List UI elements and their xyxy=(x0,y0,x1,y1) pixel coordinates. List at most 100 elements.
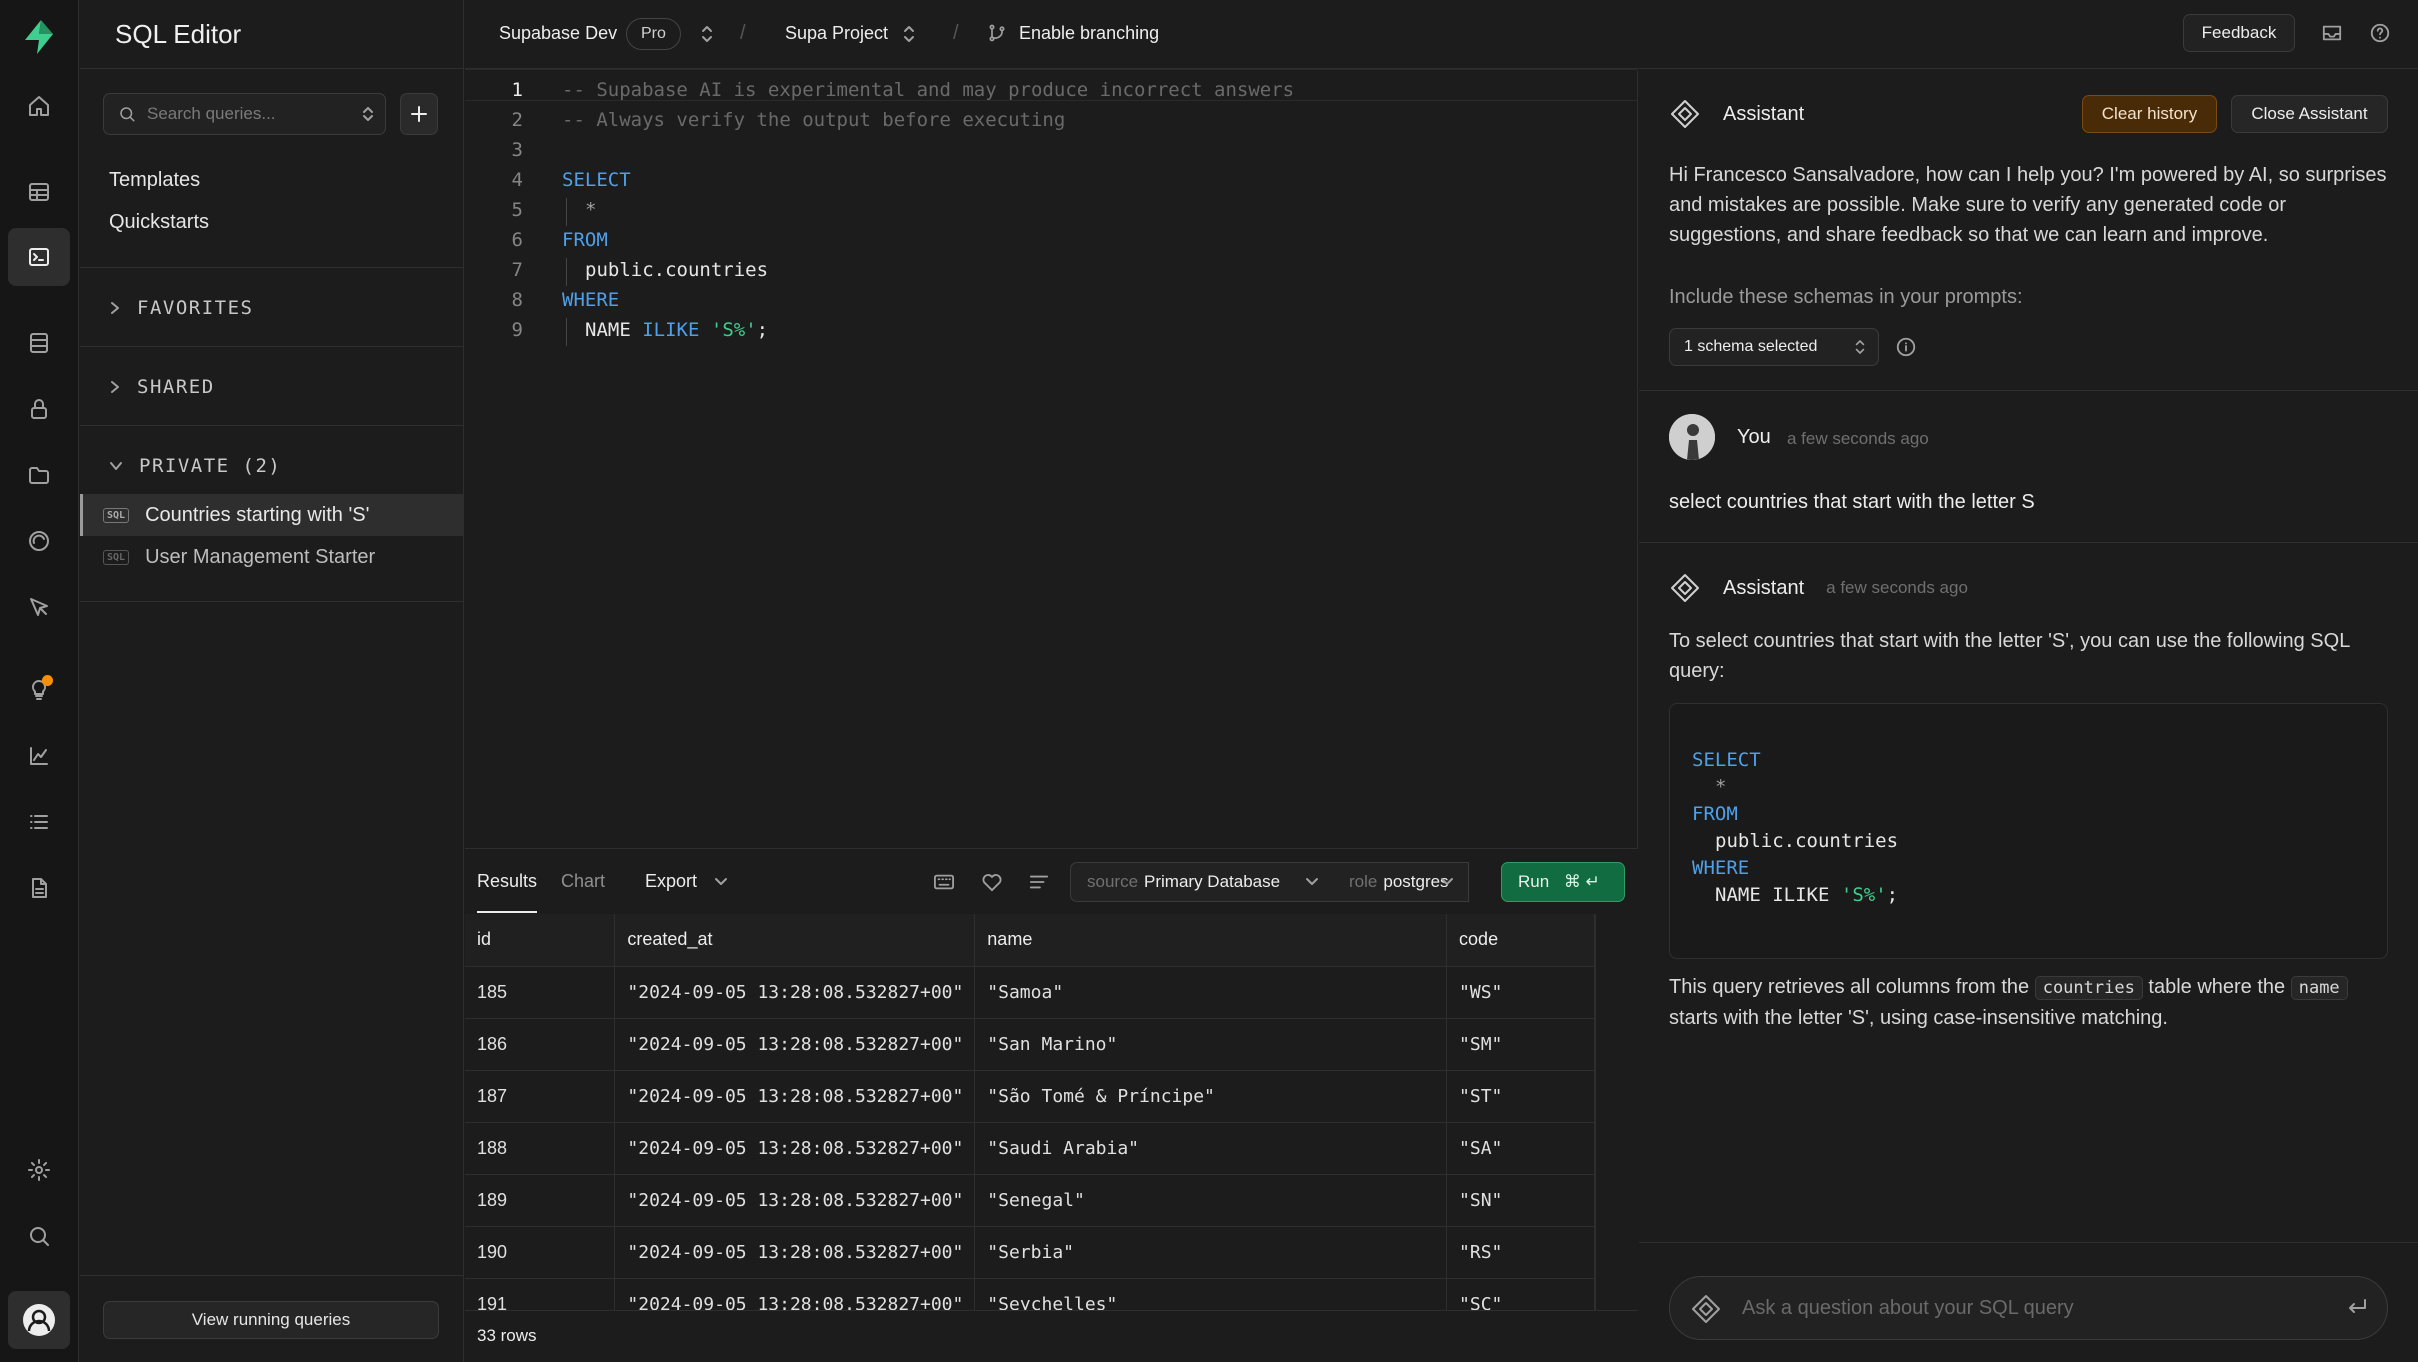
org-name[interactable]: Supabase Dev xyxy=(499,0,617,67)
logs-icon[interactable] xyxy=(8,793,70,851)
table-cell[interactable]: 186 xyxy=(465,1018,616,1071)
column-header[interactable]: created_at xyxy=(614,914,976,967)
sort-icon[interactable] xyxy=(361,106,375,122)
column-header[interactable]: code xyxy=(1446,914,1595,967)
table-row[interactable]: 185 "2024-09-05 13:28:08.532827+00" "Samoa… xyxy=(465,966,1595,1019)
tab-chart[interactable]: Chart xyxy=(561,849,605,913)
table-header-row: id created_at name code xyxy=(465,914,1595,967)
chevron-down-icon[interactable] xyxy=(714,877,728,887)
table-cell[interactable]: "São Tomé & Príncipe" xyxy=(974,1070,1448,1123)
table-cell[interactable]: "Serbia" xyxy=(974,1226,1448,1279)
auth-lock-icon[interactable] xyxy=(8,380,70,438)
query-item[interactable]: SQL User Management Starter xyxy=(80,536,463,578)
table-cell[interactable]: "SA" xyxy=(1446,1122,1595,1175)
assistant-code-block[interactable]: SELECT * FROM public.countries WHERE NAM… xyxy=(1669,703,2388,959)
reports-icon[interactable] xyxy=(8,727,70,785)
favorites-section[interactable]: FAVORITES xyxy=(80,286,463,330)
tab-results[interactable]: Results xyxy=(477,849,538,913)
api-docs-icon[interactable] xyxy=(8,859,70,917)
run-button[interactable]: Run ⌘ ↵ xyxy=(1501,862,1625,902)
chevron-right-icon xyxy=(111,302,119,314)
ai-diamond-icon xyxy=(1692,1295,1720,1323)
table-cell[interactable]: "Saudi Arabia" xyxy=(974,1122,1448,1175)
table-cell[interactable]: "Seychelles" xyxy=(974,1278,1448,1310)
org-switcher-icon[interactable] xyxy=(700,24,714,44)
settings-icon[interactable] xyxy=(8,1141,70,1199)
table-cell[interactable]: "2024-09-05 13:28:08.532827+00" xyxy=(614,1070,976,1123)
database-icon[interactable] xyxy=(8,314,70,372)
ask-assistant-input[interactable]: Ask a question about your SQL query xyxy=(1669,1276,2388,1340)
shared-section[interactable]: SHARED xyxy=(80,365,463,409)
table-cell[interactable]: "RS" xyxy=(1446,1226,1595,1279)
table-body: 185 "2024-09-05 13:28:08.532827+00" "Samoa… xyxy=(465,966,1595,1310)
table-cell[interactable]: "WS" xyxy=(1446,966,1595,1019)
supabase-logo-icon[interactable] xyxy=(8,8,70,66)
table-cell[interactable]: 189 xyxy=(465,1174,616,1227)
table-editor-icon[interactable] xyxy=(8,163,70,221)
sql-code-editor[interactable]: 1 2 3 4 5 6 7 8 9 -- Supabase AI is expe… xyxy=(465,69,1638,848)
search-queries-input[interactable]: Search queries... xyxy=(103,93,386,135)
table-row[interactable]: 188 "2024-09-05 13:28:08.532827+00" "Saudi… xyxy=(465,1122,1595,1175)
table-row[interactable]: 190 "2024-09-05 13:28:08.532827+00" "Serbi… xyxy=(465,1226,1595,1279)
realtime-icon[interactable] xyxy=(8,578,70,636)
help-icon[interactable] xyxy=(2369,22,2391,44)
query-item[interactable]: SQL Countries starting with 'S' xyxy=(80,494,463,536)
search-placeholder: Search queries... xyxy=(147,104,276,123)
info-icon[interactable] xyxy=(1895,336,1917,358)
table-cell[interactable]: "Samoa" xyxy=(974,966,1448,1019)
view-running-queries-button[interactable]: View running queries xyxy=(103,1301,439,1339)
table-row[interactable]: 191 "2024-09-05 13:28:08.532827+00" "Seych… xyxy=(465,1278,1595,1310)
heart-icon[interactable] xyxy=(981,872,1003,892)
table-row[interactable]: 187 "2024-09-05 13:28:08.532827+00" "São T… xyxy=(465,1070,1595,1123)
sql-editor-icon[interactable] xyxy=(8,228,70,286)
table-cell[interactable]: "2024-09-05 13:28:08.532827+00" xyxy=(614,1122,976,1175)
format-align-icon[interactable] xyxy=(1028,872,1050,892)
column-header[interactable]: id xyxy=(465,914,616,967)
table-cell[interactable]: "2024-09-05 13:28:08.532827+00" xyxy=(614,1174,976,1227)
table-cell[interactable]: "ST" xyxy=(1446,1070,1595,1123)
table-cell[interactable]: 185 xyxy=(465,966,616,1019)
avatar xyxy=(1669,414,1715,460)
quickstarts-link[interactable]: Quickstarts xyxy=(109,211,209,234)
advisors-icon[interactable] xyxy=(8,661,70,719)
table-cell[interactable]: "SN" xyxy=(1446,1174,1595,1227)
table-cell[interactable]: "SM" xyxy=(1446,1018,1595,1071)
table-cell[interactable]: "2024-09-05 13:28:08.532827+00" xyxy=(614,1278,976,1310)
table-cell[interactable]: "2024-09-05 13:28:08.532827+00" xyxy=(614,966,976,1019)
table-row[interactable]: 189 "2024-09-05 13:28:08.532827+00" "Seneg… xyxy=(465,1174,1595,1227)
column-header[interactable]: name xyxy=(974,914,1448,967)
table-cell[interactable]: 190 xyxy=(465,1226,616,1279)
inbox-icon[interactable] xyxy=(2321,23,2343,43)
feedback-button[interactable]: Feedback xyxy=(2183,14,2295,52)
enter-icon[interactable] xyxy=(2345,1297,2369,1319)
table-cell[interactable]: "San Marino" xyxy=(974,1018,1448,1071)
role-selector[interactable]: role postgres xyxy=(1333,862,1469,902)
private-section[interactable]: PRIVATE (2) xyxy=(80,444,463,488)
close-assistant-button[interactable]: Close Assistant xyxy=(2231,95,2388,133)
edge-functions-icon[interactable] xyxy=(8,512,70,570)
code-keyword: ILIKE xyxy=(642,319,700,341)
clear-history-button[interactable]: Clear history xyxy=(2082,95,2217,133)
table-cell[interactable]: "SC" xyxy=(1446,1278,1595,1310)
table-cell[interactable]: 187 xyxy=(465,1070,616,1123)
search-icon[interactable] xyxy=(8,1207,70,1265)
home-icon[interactable] xyxy=(8,77,70,135)
add-query-button[interactable] xyxy=(400,93,438,135)
table-cell[interactable]: 188 xyxy=(465,1122,616,1175)
table-cell[interactable]: "Senegal" xyxy=(974,1174,1448,1227)
keyboard-icon[interactable] xyxy=(933,872,955,892)
table-cell[interactable]: 191 xyxy=(465,1278,616,1310)
templates-link[interactable]: Templates xyxy=(109,169,200,192)
storage-icon[interactable] xyxy=(8,446,70,504)
results-grid[interactable]: id created_at name code 185 "2024-09-05 13:2… xyxy=(465,914,1595,1310)
source-selector[interactable]: source Primary Database xyxy=(1070,862,1334,902)
export-dropdown[interactable]: Export xyxy=(645,849,697,913)
project-name[interactable]: Supa Project xyxy=(785,0,888,67)
schema-selector[interactable]: 1 schema selected xyxy=(1669,328,1879,366)
project-switcher-icon[interactable] xyxy=(902,24,916,44)
user-avatar-icon[interactable] xyxy=(8,1291,70,1349)
table-row[interactable]: 186 "2024-09-05 13:28:08.532827+00" "San M… xyxy=(465,1018,1595,1071)
table-cell[interactable]: "2024-09-05 13:28:08.532827+00" xyxy=(614,1018,976,1071)
enable-branching-button[interactable]: Enable branching xyxy=(1019,0,1159,67)
table-cell[interactable]: "2024-09-05 13:28:08.532827+00" xyxy=(614,1226,976,1279)
